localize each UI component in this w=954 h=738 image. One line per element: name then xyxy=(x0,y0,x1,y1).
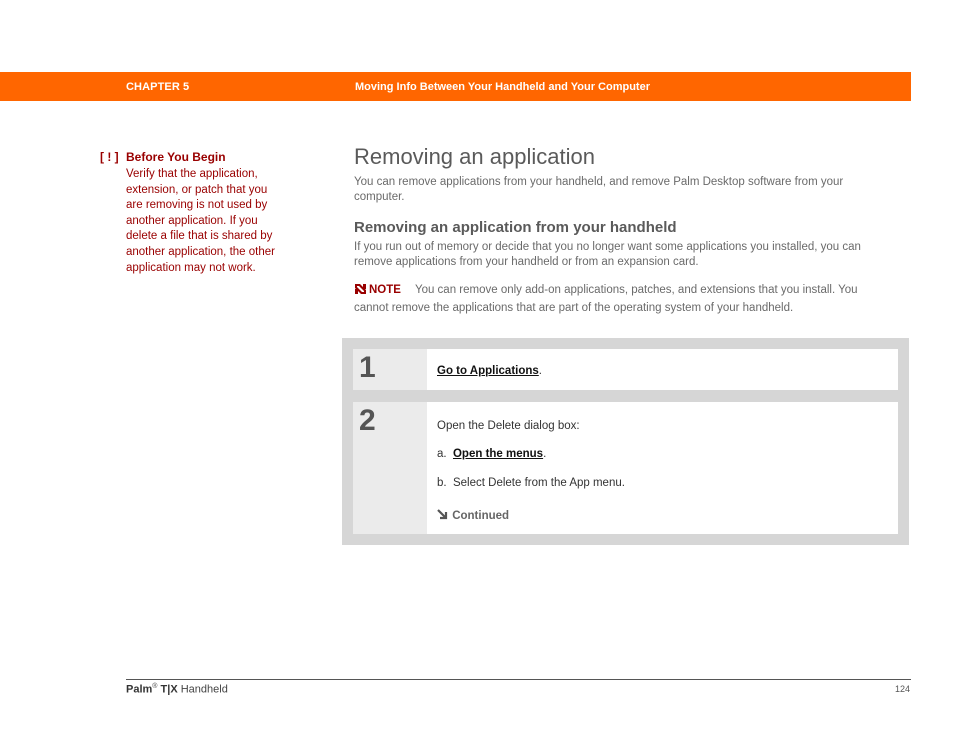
step-number: 2 xyxy=(353,402,427,534)
note-label: NOTE xyxy=(369,284,401,296)
step-number: 1 xyxy=(353,349,427,390)
continued-indicator: Continued xyxy=(437,509,509,522)
note-icon xyxy=(354,283,367,301)
substep-a: a. Open the menus. xyxy=(437,448,547,460)
chapter-title: Moving Info Between Your Handheld and Yo… xyxy=(355,81,650,93)
sidebar-heading: [ ! ] Before You Begin xyxy=(100,150,280,165)
section-heading: Removing an application from your handhe… xyxy=(354,219,677,236)
step-text: Open the Delete dialog box: xyxy=(437,420,580,432)
steps-panel: 1 Go to Applications. 2 Open the Delete … xyxy=(342,338,909,545)
go-to-applications-link[interactable]: Go to Applications xyxy=(437,365,539,377)
footer-product: Palm® T|X Handheld xyxy=(126,683,228,696)
sidebar-body-text: Verify that the application, extension, … xyxy=(126,168,275,274)
note-paragraph: NOTE You can remove only add-on applicati… xyxy=(354,283,894,316)
step-1: 1 Go to Applications. xyxy=(353,349,898,390)
footer-divider xyxy=(126,679,911,680)
page-title: Removing an application xyxy=(354,144,595,169)
exclamation-icon: [ ! ] xyxy=(100,150,119,164)
section-paragraph: If you run out of memory or decide that … xyxy=(354,241,861,268)
note-text: You can remove only add-on applications,… xyxy=(354,284,858,314)
before-you-begin-sidebar: [ ! ] Before You Begin Verify that the ap… xyxy=(100,150,280,276)
chapter-label: CHAPTER 5 xyxy=(126,81,190,93)
intro-paragraph: You can remove applications from your ha… xyxy=(354,176,844,203)
arrow-down-right-icon xyxy=(437,509,452,522)
sidebar-heading-text: Before You Begin xyxy=(126,150,226,164)
page-number: 124 xyxy=(895,684,911,694)
substep-b: b. Select Delete from the App menu. xyxy=(437,477,625,489)
step-2: 2 Open the Delete dialog box: a. Open th… xyxy=(353,402,898,534)
main-content: Removing an application You can remove a… xyxy=(354,142,894,316)
open-the-menus-link[interactable]: Open the menus xyxy=(453,448,543,460)
